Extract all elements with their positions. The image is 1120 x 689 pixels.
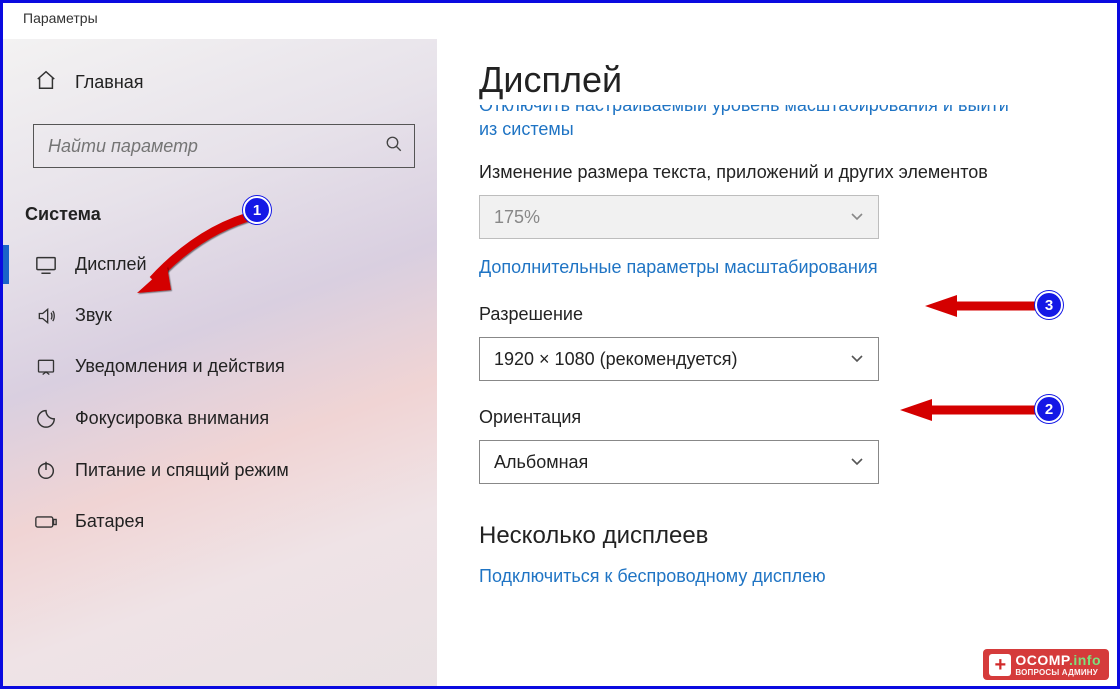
sidebar: Главная Система Дисплей Звук	[3, 39, 437, 686]
sound-icon	[35, 306, 57, 326]
link-wireless-display[interactable]: Подключиться к беспроводному дисплею	[479, 566, 826, 587]
scale-label: Изменение размера текста, приложений и д…	[479, 162, 1105, 183]
watermark-sub: ВОПРОСЫ АДМИНУ	[1015, 669, 1101, 677]
annotation-badge-2: 2	[1035, 395, 1063, 423]
page-title: Дисплей	[479, 59, 1105, 101]
main-panel: Дисплей Отключить настраиваемый уровень …	[437, 39, 1117, 686]
search-input[interactable]	[34, 136, 374, 157]
power-icon	[35, 459, 57, 481]
annotation-badge-3: 3	[1035, 291, 1063, 319]
scale-value: 175%	[494, 207, 540, 228]
search-box[interactable]	[33, 124, 415, 168]
sidebar-home[interactable]: Главная	[3, 53, 437, 112]
sidebar-home-label: Главная	[75, 72, 144, 93]
orientation-select[interactable]: Альбомная	[479, 440, 879, 484]
battery-icon	[35, 514, 57, 530]
annotation-arrow-2	[898, 397, 1043, 423]
sidebar-item-label: Питание и спящий режим	[75, 460, 289, 481]
scale-select: 175%	[479, 195, 879, 239]
sidebar-item-power[interactable]: Питание и спящий режим	[3, 444, 437, 496]
sidebar-item-label: Батарея	[75, 511, 144, 532]
watermark-brand: OCOMP	[1015, 652, 1069, 668]
window-title: Параметры	[3, 3, 1117, 39]
notifications-icon	[35, 357, 57, 377]
multi-display-heading: Несколько дисплеев	[479, 522, 1105, 550]
annotation-badge-1: 1	[243, 196, 271, 224]
search-icon[interactable]	[374, 135, 414, 158]
watermark-tld: .info	[1069, 652, 1101, 668]
resolution-value: 1920 × 1080 (рекомендуется)	[494, 349, 738, 370]
link-disable-custom-scaling-top[interactable]: Отключить настраиваемый уровень масштаби…	[479, 105, 1105, 119]
link-disable-custom-scaling-bottom[interactable]: из системы	[479, 119, 574, 140]
sidebar-item-label: Уведомления и действия	[75, 356, 285, 377]
home-icon	[35, 69, 57, 96]
sidebar-item-focus[interactable]: Фокусировка внимания	[3, 392, 437, 444]
sidebar-item-label: Фокусировка внимания	[75, 408, 269, 429]
chevron-down-icon[interactable]	[850, 351, 864, 367]
orientation-value: Альбомная	[494, 452, 588, 473]
resolution-select[interactable]: 1920 × 1080 (рекомендуется)	[479, 337, 879, 381]
chevron-down-icon[interactable]	[850, 454, 864, 470]
settings-window: Параметры Главная Система	[0, 0, 1120, 689]
sidebar-item-battery[interactable]: Батарея	[3, 496, 437, 547]
annotation-arrow-3	[923, 293, 1043, 319]
focus-icon	[35, 407, 57, 429]
display-icon	[35, 255, 57, 275]
watermark-plus-icon: +	[989, 654, 1011, 676]
sidebar-item-label: Звук	[75, 305, 112, 326]
sidebar-item-notifications[interactable]: Уведомления и действия	[3, 341, 437, 392]
watermark: + OCOMP.info ВОПРОСЫ АДМИНУ	[983, 649, 1109, 680]
chevron-down-icon	[850, 209, 864, 225]
link-advanced-scaling[interactable]: Дополнительные параметры масштабирования	[479, 257, 878, 278]
